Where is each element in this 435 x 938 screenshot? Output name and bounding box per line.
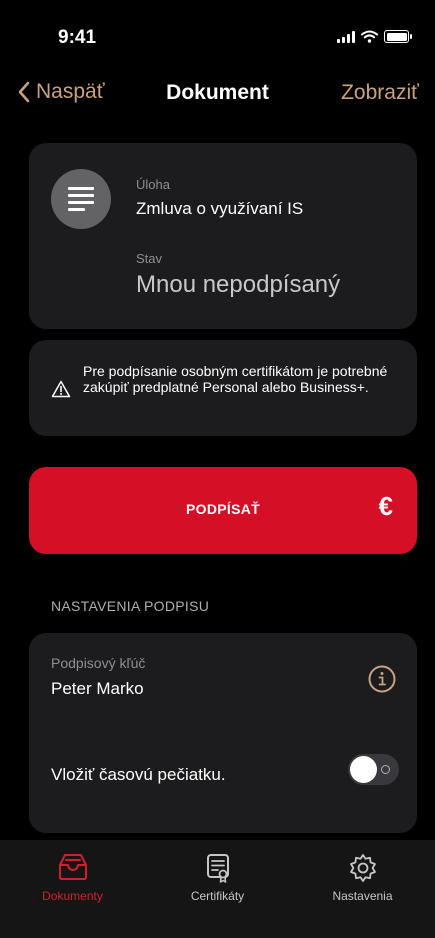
info-icon[interactable] bbox=[367, 664, 397, 694]
navigation-bar: Naspäť Dokument Zobraziť bbox=[0, 78, 435, 112]
signing-key-label: Podpisový kľúč bbox=[51, 655, 146, 671]
cellular-signal-icon bbox=[337, 30, 355, 43]
chevron-left-icon bbox=[18, 81, 30, 103]
status-value: Mnou nepodpísaný bbox=[136, 271, 341, 298]
document-info-card: Úloha Zmluva o využívaní IS Stav Mnou ne… bbox=[29, 143, 417, 329]
status-label: Stav bbox=[136, 251, 163, 266]
toggle-knob bbox=[350, 756, 377, 783]
show-button[interactable]: Zobraziť bbox=[341, 81, 419, 105]
task-label: Úloha bbox=[136, 177, 170, 192]
status-bar: 9:41 bbox=[0, 0, 435, 72]
back-label: Naspäť bbox=[36, 80, 105, 103]
tab-bar: Dokumenty Certifikáty Nastavenia bbox=[0, 840, 435, 938]
wifi-icon bbox=[361, 30, 378, 43]
status-time: 9:41 bbox=[58, 27, 97, 48]
signature-settings-header: NASTAVENIA PODPISU bbox=[51, 598, 210, 614]
document-icon bbox=[51, 169, 111, 229]
tab-certificates[interactable]: Certifikáty bbox=[145, 840, 290, 938]
timestamp-toggle[interactable] bbox=[348, 754, 399, 785]
tab-settings[interactable]: Nastavenia bbox=[290, 840, 435, 938]
tab-documents-label: Dokumenty bbox=[42, 889, 103, 903]
task-value: Zmluva o využívaní IS bbox=[136, 199, 304, 218]
warning-text: Pre podpísanie osobným certifikátom je p… bbox=[83, 363, 388, 395]
tab-documents[interactable]: Dokumenty bbox=[0, 840, 145, 938]
back-button[interactable]: Naspäť bbox=[18, 80, 105, 104]
sign-button-label: PODPÍSAŤ bbox=[186, 501, 260, 517]
timestamp-label: Vložiť časovú pečiatku. bbox=[51, 765, 226, 784]
euro-icon: € bbox=[378, 491, 393, 521]
gear-icon bbox=[349, 854, 376, 882]
status-icons bbox=[337, 30, 412, 43]
warning-icon bbox=[51, 380, 71, 398]
signing-key-value: Peter Marko bbox=[51, 679, 144, 698]
toggle-off-indicator-icon bbox=[381, 765, 390, 774]
tab-certificates-label: Certifikáty bbox=[190, 889, 245, 903]
certificate-icon bbox=[206, 854, 229, 883]
tab-settings-label: Nastavenia bbox=[332, 889, 393, 903]
sign-button[interactable]: PODPÍSAŤ € bbox=[29, 467, 417, 554]
signature-settings-card: Podpisový kľúč Peter Marko Vložiť časovú… bbox=[29, 633, 417, 833]
subscription-warning-card: Pre podpísanie osobným certifikátom je p… bbox=[29, 340, 417, 436]
inbox-tray-icon bbox=[58, 854, 87, 880]
battery-icon bbox=[384, 30, 412, 43]
